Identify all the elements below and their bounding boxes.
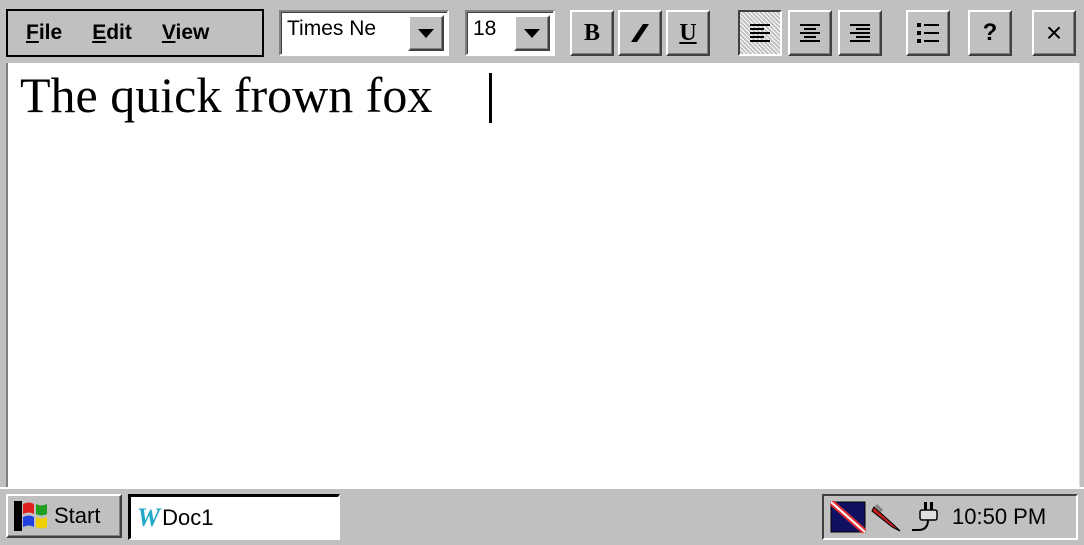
network-icon[interactable]	[830, 501, 866, 533]
pen-icon[interactable]	[870, 501, 904, 533]
dropdown-arrow-icon	[524, 28, 540, 38]
align-center-icon	[800, 24, 820, 42]
start-label: Start	[54, 503, 101, 528]
power-plug-icon[interactable]	[910, 500, 944, 534]
start-button[interactable]: Start	[6, 494, 122, 538]
menu-view-label: iew	[175, 21, 210, 44]
taskbar-item-doc1[interactable]: W Doc1	[128, 494, 340, 540]
italic-icon	[631, 24, 649, 42]
help-icon: ?	[982, 19, 998, 46]
font-name-dropdown-button[interactable]	[408, 15, 444, 51]
text-caret	[489, 73, 492, 123]
dropdown-arrow-icon	[418, 28, 434, 38]
italic-button[interactable]	[618, 10, 662, 56]
menu-file-mnemonic: F	[26, 21, 39, 44]
windows-logo-icon	[14, 501, 47, 531]
font-name-value: Times Ne	[287, 17, 377, 40]
align-center-button[interactable]	[788, 10, 832, 56]
bullets-icon	[917, 23, 939, 43]
menu-view-mnemonic: V	[161, 21, 176, 44]
align-right-button[interactable]	[838, 10, 882, 56]
menu-view[interactable]: View	[162, 21, 210, 45]
close-icon: ×	[1045, 17, 1063, 48]
menu-file[interactable]: File	[26, 21, 62, 45]
taskbar: Start W Doc1 10:50 PM	[0, 487, 1084, 545]
align-left-icon	[750, 24, 770, 42]
bold-button[interactable]: B	[570, 10, 614, 56]
font-size-combo[interactable]: 18	[465, 10, 555, 56]
menu-edit[interactable]: Edit	[92, 21, 132, 45]
font-size-dropdown-button[interactable]	[514, 15, 550, 51]
bullets-button[interactable]	[906, 10, 950, 56]
help-button[interactable]: ?	[968, 10, 1012, 56]
taskbar-item-label: Doc1	[162, 504, 214, 530]
menu-edit-mnemonic: E	[92, 21, 107, 44]
document-text[interactable]: The quick frown fox	[20, 65, 432, 125]
clock[interactable]: 10:50 PM	[952, 504, 1046, 530]
align-left-button[interactable]	[738, 10, 782, 56]
bold-icon: B	[583, 19, 600, 46]
underline-icon: U	[679, 19, 697, 46]
word-w-icon: W	[137, 502, 160, 532]
font-size-value: 18	[473, 17, 497, 40]
align-right-icon	[850, 24, 870, 42]
menu-bar: File Edit View	[6, 9, 264, 57]
font-name-combo[interactable]: Times Ne	[279, 10, 449, 56]
menu-file-label: ile	[38, 21, 63, 44]
close-button[interactable]: ×	[1032, 10, 1076, 56]
document-area[interactable]: The quick frown fox	[6, 63, 1080, 487]
menu-edit-label: dit	[106, 21, 132, 44]
underline-button[interactable]: U	[666, 10, 710, 56]
toolbar: File Edit View Times Ne 18 B U ? ×	[0, 0, 1084, 63]
screen: File Edit View Times Ne 18 B U ? × The q…	[0, 0, 1084, 545]
system-tray: 10:50 PM	[822, 494, 1078, 540]
